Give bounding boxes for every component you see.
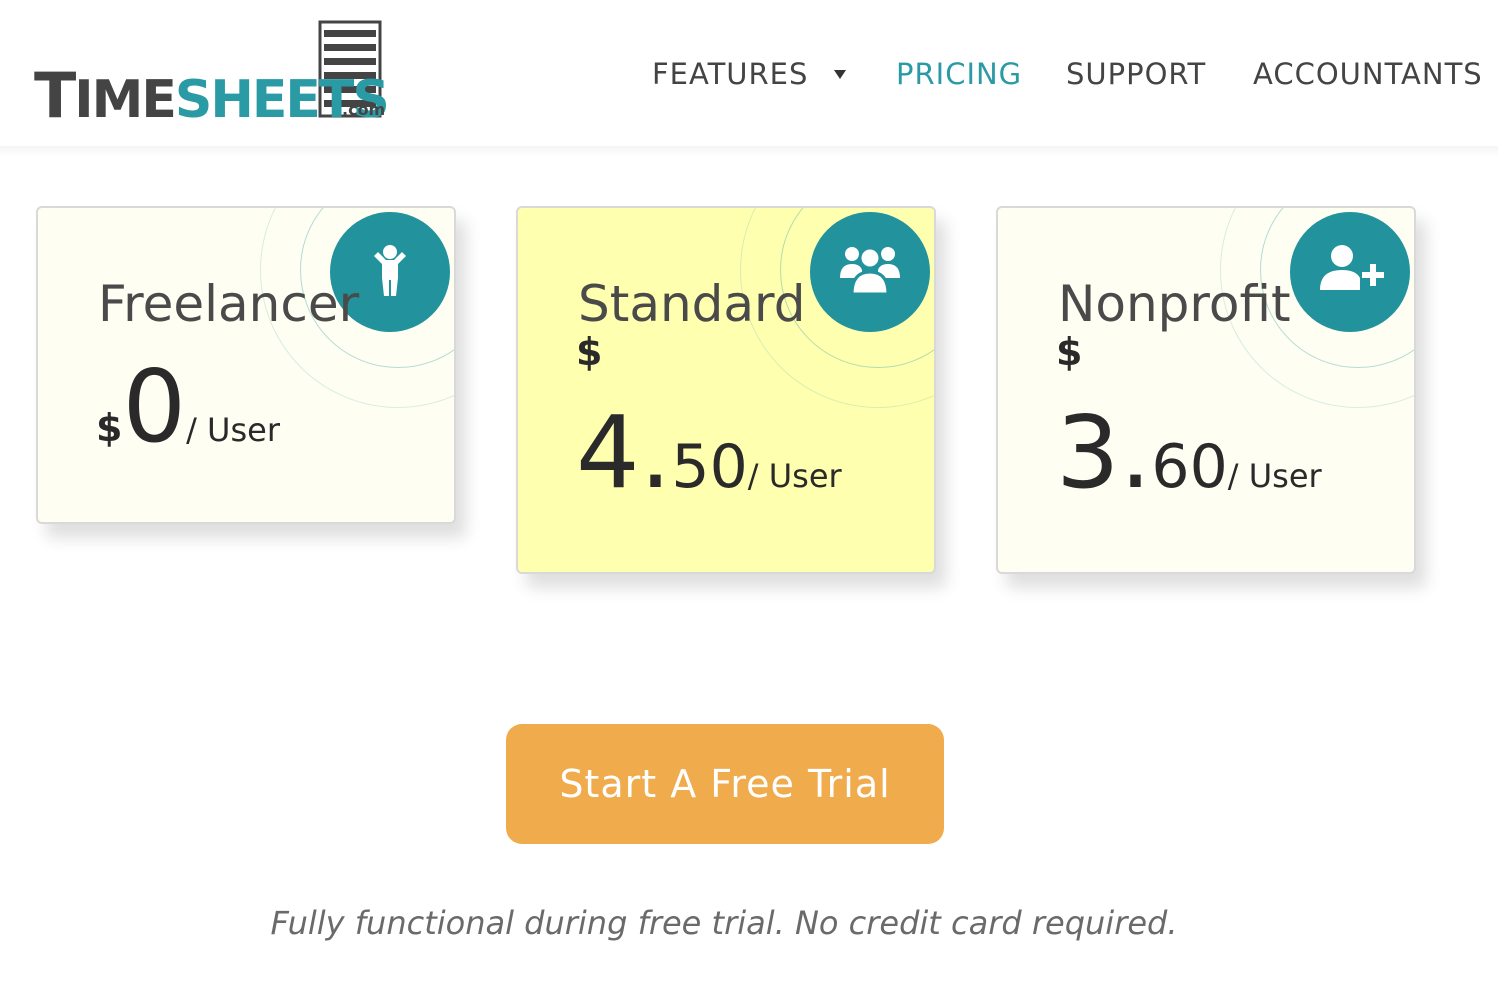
currency-symbol: $ bbox=[96, 406, 123, 450]
currency-symbol: $ bbox=[576, 330, 603, 374]
price-unit: / User bbox=[1227, 457, 1322, 495]
currency-symbol: $ bbox=[1056, 330, 1083, 374]
price-unit: / User bbox=[186, 411, 280, 449]
pricing-card-freelancer[interactable]: Freelancer $0/ User bbox=[36, 206, 456, 524]
price-cents: 50 bbox=[671, 432, 748, 502]
nav-features[interactable]: FEATURES bbox=[652, 54, 808, 94]
plan-name: Standard bbox=[578, 275, 806, 333]
start-free-trial-button[interactable]: Start A Free Trial bbox=[506, 724, 944, 844]
price-cents: 60 bbox=[1151, 432, 1228, 502]
plan-name: Freelancer bbox=[98, 275, 360, 333]
chevron-down-icon[interactable] bbox=[834, 70, 846, 79]
currency-symbol-row: $ bbox=[576, 330, 602, 374]
plan-price: 4.50/ User bbox=[576, 394, 842, 511]
nav-support[interactable]: SUPPORT bbox=[1066, 54, 1206, 94]
group-icon bbox=[810, 212, 930, 332]
currency-symbol-row: $ bbox=[1056, 330, 1082, 374]
price-whole: 4. bbox=[576, 394, 672, 511]
plan-price: $0/ User bbox=[96, 348, 280, 465]
pricing-card-nonprofit[interactable]: Nonprofit $ 3.60/ User bbox=[996, 206, 1416, 574]
main-nav: FEATURES PRICING SUPPORT ACCOUNTANTS bbox=[0, 54, 1498, 94]
header-divider bbox=[0, 146, 1498, 156]
site-header: TIMESHEETS .com FEATURES PRICING SUPPORT… bbox=[0, 0, 1498, 150]
add-user-icon bbox=[1290, 212, 1410, 332]
pricing-card-standard[interactable]: Standard $ 4.50/ User bbox=[516, 206, 936, 574]
trial-note: Fully functional during free trial. No c… bbox=[270, 904, 1178, 942]
plan-name: Nonprofit bbox=[1058, 275, 1291, 333]
plan-price: 3.60/ User bbox=[1056, 394, 1322, 511]
price-unit: / User bbox=[747, 457, 842, 495]
price-whole: 3. bbox=[1056, 394, 1152, 511]
price-whole: 0 bbox=[122, 348, 187, 465]
logo-suffix: .com bbox=[342, 100, 386, 119]
nav-accountants[interactable]: ACCOUNTANTS bbox=[1253, 54, 1483, 94]
nav-pricing[interactable]: PRICING bbox=[896, 54, 1022, 94]
